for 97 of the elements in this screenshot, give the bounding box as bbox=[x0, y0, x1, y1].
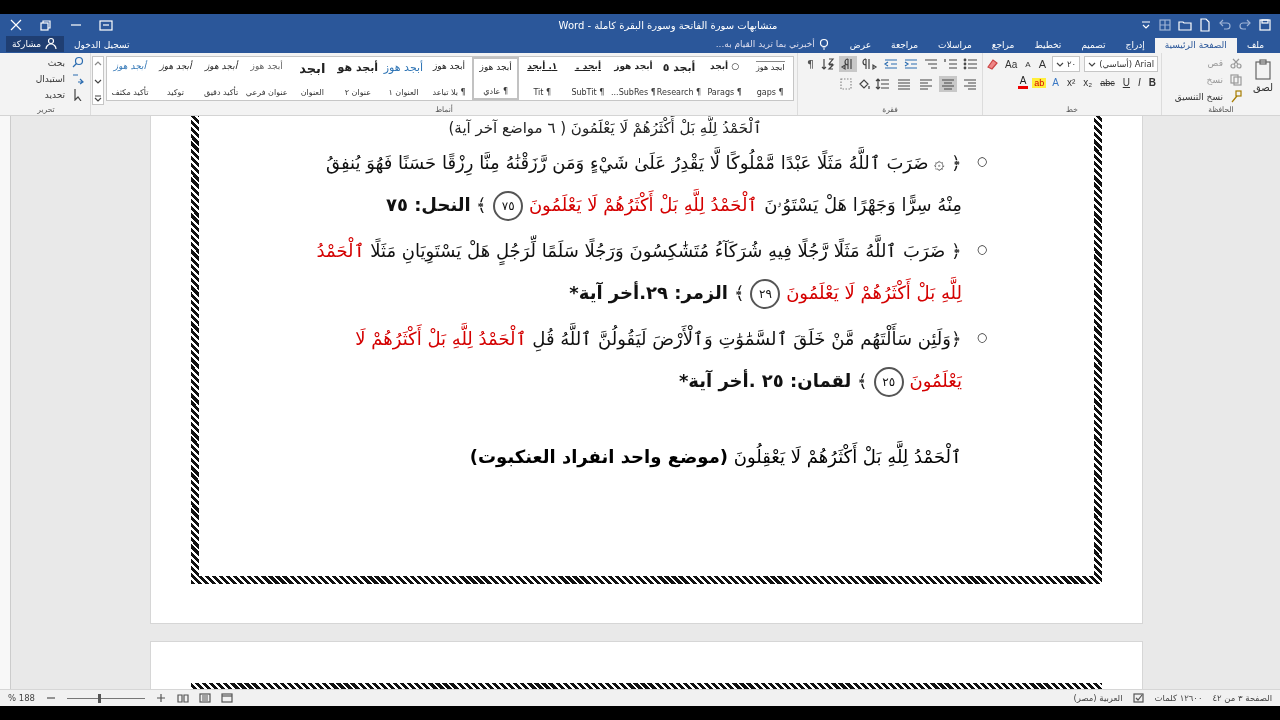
text-direction-ltr-button[interactable] bbox=[861, 56, 879, 72]
ribbon-tab[interactable]: ملف bbox=[1236, 38, 1274, 53]
line-spacing-icon[interactable] bbox=[875, 77, 891, 91]
style-option[interactable]: أبجد هوز ¶ عادي bbox=[471, 57, 520, 100]
bullet-icon: ○ bbox=[972, 228, 992, 270]
indent-icon[interactable] bbox=[903, 57, 919, 71]
bullet-list-icon[interactable] bbox=[963, 57, 979, 71]
print-layout-icon[interactable] bbox=[199, 692, 211, 704]
bullet-icon: ○ bbox=[972, 316, 992, 358]
style-option[interactable]: أبجد هوز عنوان فرعي bbox=[243, 57, 290, 100]
font-underline-button[interactable]: U bbox=[1120, 77, 1132, 88]
ribbon-tab[interactable]: تخطيط bbox=[1024, 38, 1072, 53]
font-size-dropdown[interactable]: ٢٠ bbox=[1052, 56, 1081, 72]
script-button[interactable]: x² bbox=[1065, 77, 1078, 88]
outdent-icon[interactable] bbox=[883, 57, 899, 71]
font-bold-button[interactable]: B bbox=[1146, 77, 1158, 88]
scissors-icon bbox=[1228, 56, 1243, 70]
web-layout-icon[interactable] bbox=[221, 692, 233, 704]
verse-paragraph: ﴿وَلَئِن سَأَلْتَهُم مَّنْ خَلَقَ ٱلسَّمَٰوَٰتِ وَٱلْأَرْضَ لَيَقُولُنَّ ٱللَّهُ قُلِ ٱلْحَمْدُ لِلَّهِ بَلْ أَكْثَرُهُمْ لَا يَعْلَمُونَ ٢٥ ﴾ لقمان: ٢٥ .أخر آية* bbox=[299, 316, 962, 404]
ribbon-display-options-icon[interactable] bbox=[98, 18, 114, 32]
alignment-lines-icon bbox=[918, 77, 934, 91]
align-left-button[interactable] bbox=[917, 76, 935, 92]
language-indicator[interactable]: العربية (مصر) bbox=[1073, 693, 1123, 703]
zoom-level[interactable]: 188 % bbox=[8, 693, 35, 703]
font-grow-button[interactable]: A bbox=[1036, 58, 1048, 70]
zoom-in-icon[interactable] bbox=[155, 692, 167, 704]
scroll-up-icon[interactable] bbox=[93, 59, 103, 67]
clipboard-icon bbox=[1252, 58, 1273, 80]
search-icon bbox=[71, 56, 85, 69]
caret-icon bbox=[1056, 61, 1064, 67]
proofing-icon[interactable] bbox=[1132, 692, 1145, 704]
editing-select-button[interactable]: تحديد bbox=[42, 88, 87, 101]
font-highlight-button[interactable]: ab bbox=[1032, 77, 1047, 88]
alignment-lines-icon bbox=[940, 77, 956, 91]
new-document-icon[interactable] bbox=[1198, 18, 1212, 32]
replace-icon bbox=[71, 72, 85, 85]
paint-bucket-icon[interactable] bbox=[857, 77, 871, 91]
style-option[interactable]: أبجد هوز توكيد bbox=[152, 57, 199, 100]
window-title: متشابهات سورة الفاتحة وسورة البقرة كاملة - Word bbox=[557, 19, 779, 31]
alignment-lines-icon bbox=[962, 77, 978, 91]
ribbon-tab[interactable]: مراجع bbox=[981, 38, 1025, 53]
font-case-button[interactable]: Aa bbox=[1003, 58, 1020, 70]
paste-button[interactable]: لصق bbox=[1248, 56, 1277, 105]
copy-icon bbox=[1228, 73, 1243, 87]
verse-paragraph: ٱلْحَمْدُ لِلَّهِ بَلْ أَكْثَرُهُمْ لَا يَعْقِلُونَ (موضع واحد انفراد العنكبوت) bbox=[469, 434, 962, 480]
style-option[interactable]: أبجد هوز العنوان ١ bbox=[380, 57, 427, 100]
font-color-button[interactable]: A bbox=[1017, 76, 1029, 89]
page-count[interactable]: الصفحة ٣ من ٤٢ bbox=[1212, 693, 1272, 703]
caret-icon bbox=[1088, 61, 1097, 67]
paragraph-direction-icon bbox=[862, 57, 878, 71]
sign-in-link[interactable]: تسجيل الدخول bbox=[64, 40, 140, 53]
alignment-lines-icon bbox=[896, 77, 912, 91]
dropdown-caret-icon[interactable] bbox=[1140, 19, 1152, 31]
editing-replace-button[interactable]: استبدال bbox=[33, 72, 87, 85]
folder-icon[interactable] bbox=[1178, 18, 1192, 32]
ribbon-tab[interactable]: مراجعة bbox=[881, 38, 929, 53]
ribbon-tab[interactable]: إدراج bbox=[1115, 38, 1155, 53]
clear-formatting-icon[interactable] bbox=[985, 57, 1000, 71]
verse-paragraph: ﴿ ۞ ضَرَبَ ٱللَّهُ مَثَلًا عَبْدًا مَّمْلُوكًا لَّا يَقْدِرُ عَلَىٰ شَيْءٍ وَمَن رَّزَقْنَٰهُ مِنَّا رِزْقًا حَسَنًا فَهُوَ يُنفِقُ مِنْهُ سِرًّا وَجَهْرًا هَلْ يَسْتَوُۥنَ ٱلْحَمْدُ لِلَّهِ بَلْ أَكْثَرُهُمْ لَا يَعْلَمُونَ ٧٥ ﴾ النحل: ٧٥ bbox=[299, 140, 962, 228]
style-option[interactable]: أبجد هوز ¶ بلا تباعد bbox=[426, 57, 472, 100]
ribbon-tab[interactable]: الصفحة الرئيسية bbox=[1154, 38, 1237, 53]
align-right-button[interactable] bbox=[961, 76, 979, 92]
bullet-icon: ○ bbox=[972, 140, 992, 182]
save-icon[interactable] bbox=[1258, 18, 1272, 32]
font-shrink-button[interactable]: A bbox=[1023, 59, 1033, 69]
text-direction-rtl-button[interactable] bbox=[839, 56, 857, 72]
verse-paragraph: ﴿ ضَرَبَ ٱللَّهُ مَثَلًا رَّجُلًا فِيهِ شُرَكَآءُ مُتَشَٰكِسُونَ وَرَجُلًا سَلَمًا لِّرَجُلٍ هَلْ يَسْتَوِيَانِ مَثَلًا ٱلْحَمْدُ لِلَّهِ بَلْ أَكْثَرُهُمْ لَا يَعْلَمُونَ ٢٩ ﴾ الزمر: ٢٩.أخر آية* bbox=[299, 228, 962, 316]
ribbon-tab[interactable]: عرض bbox=[839, 38, 882, 53]
share-button[interactable]: مشاركة bbox=[6, 36, 65, 52]
more-styles-icon[interactable] bbox=[93, 94, 103, 102]
show-formatting-marks-button[interactable]: ¶ bbox=[804, 57, 817, 71]
restore-icon[interactable] bbox=[38, 18, 54, 32]
editing-find-button[interactable]: بحث bbox=[45, 56, 87, 69]
undo-icon[interactable] bbox=[1218, 18, 1232, 32]
font-strike-button[interactable]: abc bbox=[1098, 77, 1117, 88]
font-italic-button[interactable]: I bbox=[1136, 77, 1143, 88]
zoom-slider-thumb[interactable] bbox=[98, 693, 102, 703]
table-icon[interactable] bbox=[1158, 18, 1172, 32]
read-mode-icon[interactable] bbox=[177, 692, 189, 704]
script-button[interactable]: x₂ bbox=[1081, 77, 1095, 88]
ribbon-tab[interactable]: مراسلات bbox=[928, 38, 982, 53]
person-icon bbox=[44, 37, 59, 50]
close-icon[interactable] bbox=[8, 18, 24, 32]
font-effects-button[interactable]: A bbox=[1050, 77, 1061, 88]
ribbon-tab[interactable]: تصميم bbox=[1071, 38, 1116, 53]
tell-me-search[interactable]: أخبرني بما تريد القيام به... bbox=[705, 38, 840, 53]
style-option[interactable]: أبجد هوز تأكيد دقيق bbox=[198, 57, 244, 100]
clipboard-format-painter-button[interactable]: نسخ التنسيق bbox=[1172, 90, 1245, 104]
redo-icon[interactable] bbox=[1238, 18, 1252, 32]
word-count[interactable]: ١٢٦٠٠ كلمات bbox=[1154, 693, 1203, 703]
style-option[interactable]: أبجد هو عنوان ٢ bbox=[335, 57, 381, 100]
style-option[interactable]: أبجد هوز تأكيد مكثف bbox=[107, 57, 153, 100]
sort-icon[interactable] bbox=[821, 57, 835, 71]
font-name-dropdown[interactable]: Arial (أساسي) bbox=[1084, 56, 1158, 72]
lightbulb-icon bbox=[817, 38, 830, 50]
multilevel-list-icon[interactable] bbox=[923, 57, 939, 71]
style-option[interactable]: ابجد العنوان bbox=[289, 57, 336, 100]
